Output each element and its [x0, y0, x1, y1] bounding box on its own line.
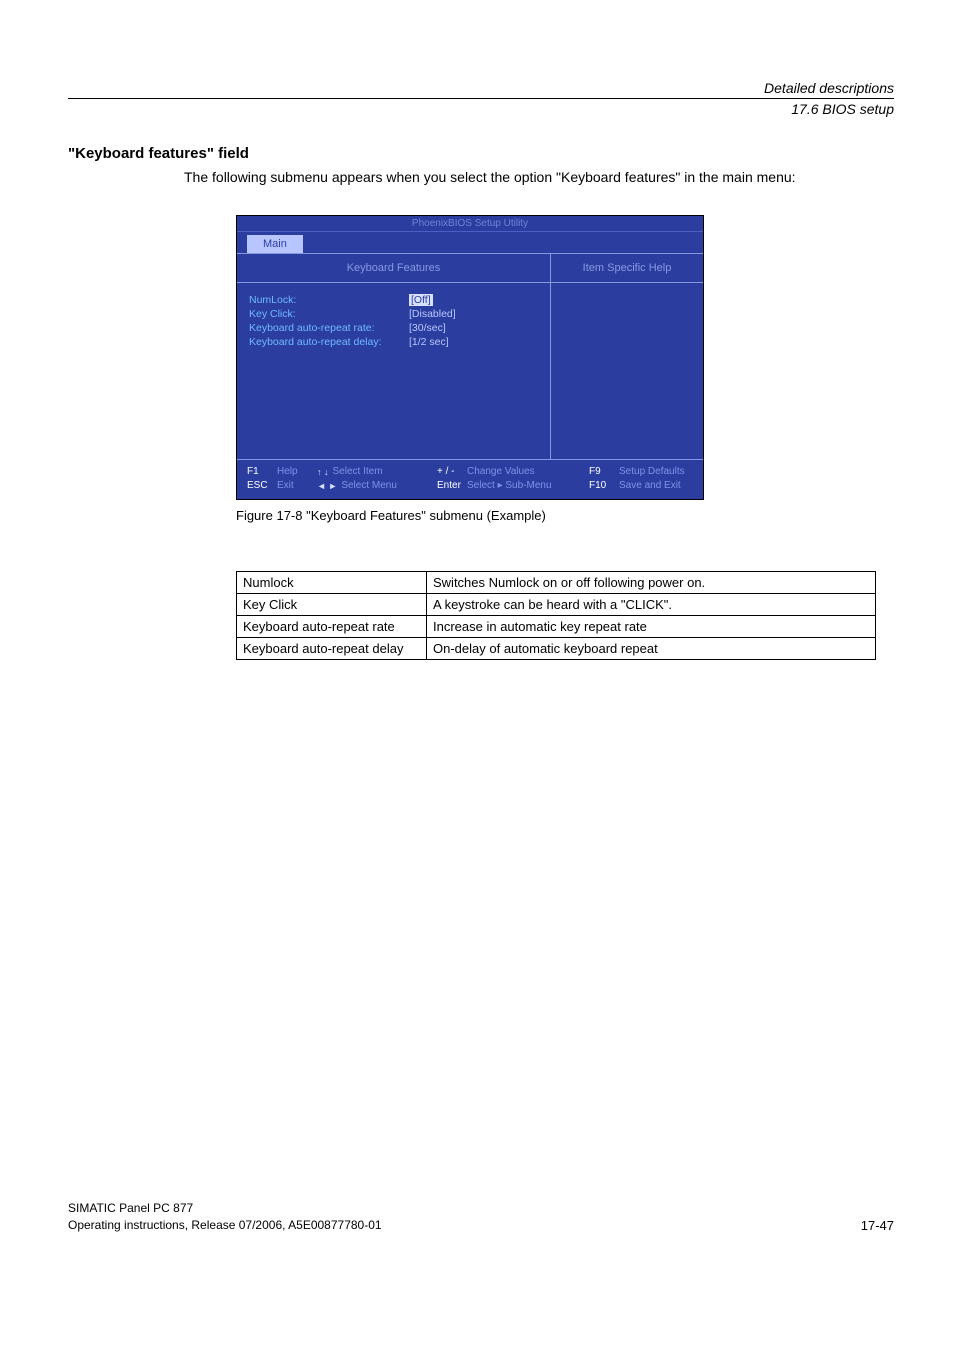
table-row: Keyboard auto-repeat rate Increase in au… [237, 615, 876, 637]
table-row: Keyboard auto-repeat delay On-delay of a… [237, 637, 876, 659]
label-change-values: Change Values [467, 465, 535, 479]
key-f9: F9 [589, 465, 615, 479]
arrow-updown-icon: ↑ ↓ [317, 466, 329, 479]
table-cell-value: On-delay of automatic keyboard repeat [427, 637, 876, 659]
bios-item-label: Keyboard auto-repeat rate: [249, 322, 409, 334]
label-save-exit: Save and Exit [619, 479, 681, 493]
header-title: Detailed descriptions [68, 80, 894, 96]
section-heading: "Keyboard features" field [68, 145, 894, 162]
bios-item-numlock[interactable]: NumLock: [Off] [249, 293, 538, 307]
bios-utility-title: PhoenixBIOS Setup Utility [237, 216, 703, 232]
page-number: 17-47 [861, 1218, 894, 1233]
bios-help-body [551, 283, 703, 459]
table-row: Key Click A keystroke can be heard with … [237, 593, 876, 615]
bios-item-label: NumLock: [249, 294, 409, 306]
label-setup-defaults: Setup Defaults [619, 465, 685, 479]
key-enter: Enter [437, 479, 463, 493]
bios-item-value: [1/2 sec] [409, 336, 449, 348]
section-intro-text: The following submenu appears when you s… [184, 168, 894, 187]
bios-left-panel-title: Keyboard Features [237, 254, 550, 283]
page-footer: SIMATIC Panel PC 877 Operating instructi… [68, 1200, 894, 1234]
arrow-leftright-icon: ◄ ► [317, 480, 337, 493]
bios-right-panel: Item Specific Help [551, 254, 703, 459]
bios-tab-row: Main [237, 232, 703, 253]
label-submenu: Select ▸ Sub-Menu [467, 479, 552, 493]
table-cell-value: Switches Numlock on or off following pow… [427, 571, 876, 593]
header-subtitle: 17.6 BIOS setup [68, 101, 894, 117]
bios-item-value: [Disabled] [409, 308, 456, 320]
key-plusminus: + / - [437, 465, 463, 479]
footer-line-1: SIMATIC Panel PC 877 [68, 1200, 382, 1217]
label-exit: Exit [277, 479, 294, 493]
bios-item-value: [30/sec] [409, 322, 446, 334]
table-cell-value: Increase in automatic key repeat rate [427, 615, 876, 637]
label-select-menu: Select Menu [341, 479, 397, 493]
bios-item-autorepeat-rate[interactable]: Keyboard auto-repeat rate: [30/sec] [249, 321, 538, 335]
description-table: Numlock Switches Numlock on or off follo… [236, 571, 876, 660]
bios-item-value-selected: [Off] [409, 294, 433, 306]
key-f10: F10 [589, 479, 615, 493]
bios-item-autorepeat-delay[interactable]: Keyboard auto-repeat delay: [1/2 sec] [249, 335, 538, 349]
bios-left-panel: Keyboard Features NumLock: [Off] Key Cli… [237, 254, 551, 459]
header-divider [68, 98, 894, 99]
footer-line-2: Operating instructions, Release 07/2006,… [68, 1217, 382, 1234]
table-cell-key: Key Click [237, 593, 427, 615]
key-esc: ESC [247, 479, 273, 493]
table-cell-value: A keystroke can be heard with a "CLICK". [427, 593, 876, 615]
bios-footer-bar: F1 Help ESC Exit ↑ ↓ Select Item ◄ ► Select … [237, 460, 703, 499]
tab-main[interactable]: Main [247, 235, 303, 253]
table-cell-key: Keyboard auto-repeat delay [237, 637, 427, 659]
table-cell-key: Numlock [237, 571, 427, 593]
bios-item-label: Key Click: [249, 308, 409, 320]
table-row: Numlock Switches Numlock on or off follo… [237, 571, 876, 593]
label-select-item: Select Item [333, 465, 383, 479]
figure-caption: Figure 17-8 "Keyboard Features" submenu … [236, 508, 894, 523]
bios-window: PhoenixBIOS Setup Utility Main Keyboard … [236, 215, 704, 500]
bios-right-panel-title: Item Specific Help [551, 254, 703, 283]
bios-item-keyclick[interactable]: Key Click: [Disabled] [249, 307, 538, 321]
table-cell-key: Keyboard auto-repeat rate [237, 615, 427, 637]
bios-item-label: Keyboard auto-repeat delay: [249, 336, 409, 348]
key-f1: F1 [247, 465, 273, 479]
label-help: Help [277, 465, 298, 479]
